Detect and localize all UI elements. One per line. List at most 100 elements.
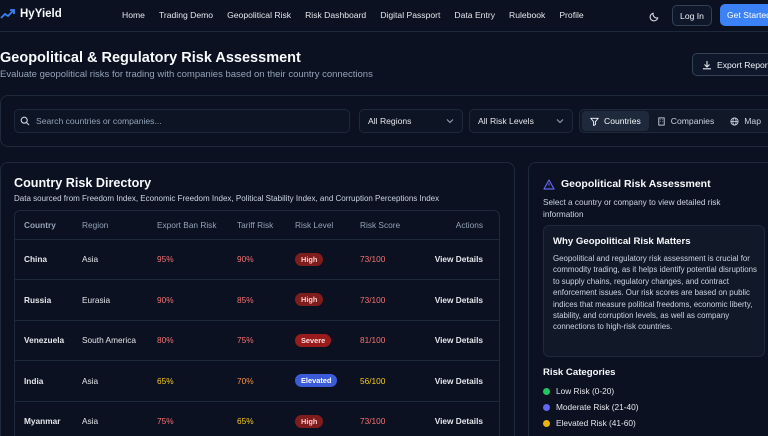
nav-link-rulebook[interactable]: Rulebook bbox=[509, 10, 545, 20]
page-subtitle: Evaluate geopolitical risks for trading … bbox=[0, 69, 373, 80]
tab-map-label: Map bbox=[744, 116, 761, 126]
risk-level-cell: Elevated bbox=[295, 360, 360, 402]
view-details-button[interactable]: View Details bbox=[422, 401, 499, 436]
region-select-value: All Regions bbox=[368, 116, 412, 126]
trend-icon bbox=[0, 9, 15, 19]
why-risk-matters-title: Why Geopolitical Risk Matters bbox=[553, 236, 691, 247]
export-report-label: Export Report bbox=[717, 59, 768, 70]
country-cell: Venezuela bbox=[15, 320, 82, 361]
table-header-row: Country Region Export Ban Risk Tariff Ri… bbox=[15, 211, 499, 240]
nav-link-trading-demo[interactable]: Trading Demo bbox=[159, 10, 213, 20]
tab-map[interactable]: Map bbox=[722, 111, 768, 131]
table-body: China Asia 95% 90% High 73/100 View Details Rus… bbox=[15, 239, 499, 436]
tariff-risk-cell: 85% bbox=[237, 279, 295, 321]
country-cell: Russia bbox=[15, 279, 82, 321]
column-header-risk-level[interactable]: Risk Level bbox=[295, 211, 360, 240]
export-ban-risk-cell: 80% bbox=[157, 320, 237, 361]
risk-category-low: Low Risk (0-20) bbox=[543, 386, 614, 396]
tariff-risk-cell: 75% bbox=[237, 320, 295, 361]
column-header-region[interactable]: Region bbox=[82, 211, 157, 240]
view-toggle: Countries Companies Map bbox=[579, 109, 768, 133]
search-field[interactable] bbox=[14, 109, 350, 133]
nav-link-risk-dashboard[interactable]: Risk Dashboard bbox=[305, 10, 366, 20]
risk-score-cell: 73/100 bbox=[360, 239, 422, 280]
nav-link-digital-passport[interactable]: Digital Passport bbox=[380, 10, 440, 20]
export-ban-risk-cell: 95% bbox=[157, 239, 237, 280]
side-subtitle: Select a country or company to view deta… bbox=[543, 198, 721, 219]
export-ban-risk-cell: 75% bbox=[157, 401, 237, 436]
country-cell: Myanmar bbox=[15, 401, 82, 436]
side-title: Geopolitical Risk Assessment bbox=[543, 178, 711, 190]
risk-level-badge: High bbox=[295, 252, 324, 266]
download-icon bbox=[703, 60, 711, 69]
risk-level-select-value: All Risk Levels bbox=[478, 116, 534, 126]
status-dot-icon bbox=[543, 387, 550, 395]
nav-link-data-entry[interactable]: Data Entry bbox=[454, 10, 495, 20]
risk-score-cell: 73/100 bbox=[360, 401, 422, 436]
risk-category-label: Elevated Risk (41-60) bbox=[556, 418, 636, 428]
get-started-button[interactable]: Get Started bbox=[720, 4, 768, 26]
region-select[interactable]: All Regions bbox=[359, 109, 463, 133]
nav-link-home[interactable]: Home bbox=[122, 10, 145, 20]
directory-title: Country Risk Directory bbox=[14, 176, 152, 190]
column-header-country[interactable]: Country bbox=[15, 211, 82, 240]
risk-level-badge: High bbox=[295, 414, 324, 428]
chevron-down-icon bbox=[556, 119, 564, 124]
table-row: Venezuela South America 80% 75% Severe 81/100… bbox=[15, 320, 499, 361]
nav-link-geopolitical-risk[interactable]: Geopolitical Risk bbox=[227, 10, 291, 20]
risk-category-elevated: Elevated Risk (41-60) bbox=[543, 418, 636, 428]
tab-countries-label: Countries bbox=[604, 116, 641, 126]
region-cell: Asia bbox=[82, 239, 157, 280]
nav-links: Home Trading Demo Geopolitical Risk Risk… bbox=[122, 10, 584, 20]
tab-countries[interactable]: Countries bbox=[582, 111, 649, 131]
column-header-export-ban-risk[interactable]: Export Ban Risk bbox=[157, 211, 237, 240]
status-dot-icon bbox=[543, 419, 550, 427]
alert-triangle-icon bbox=[543, 178, 555, 190]
risk-level-cell: Severe bbox=[295, 320, 360, 361]
region-cell: Asia bbox=[82, 360, 157, 402]
risk-level-select[interactable]: All Risk Levels bbox=[469, 109, 573, 133]
column-header-tariff-risk[interactable]: Tariff Risk bbox=[237, 211, 295, 240]
column-header-actions: Actions bbox=[422, 211, 499, 240]
theme-toggle-button[interactable] bbox=[644, 6, 664, 26]
risk-category-label: Moderate Risk (21-40) bbox=[556, 402, 639, 412]
search-icon bbox=[20, 116, 30, 126]
view-details-button[interactable]: View Details bbox=[422, 320, 499, 361]
risk-categories-title: Risk Categories bbox=[543, 367, 616, 378]
risk-level-cell: High bbox=[295, 239, 360, 280]
table-row: China Asia 95% 90% High 73/100 View Details bbox=[15, 239, 499, 280]
moon-icon bbox=[649, 12, 658, 21]
search-input[interactable] bbox=[36, 116, 336, 126]
page-title: Geopolitical & Regulatory Risk Assessmen… bbox=[0, 50, 301, 66]
tab-companies[interactable]: Companies bbox=[649, 111, 722, 131]
country-risk-table: Country Region Export Ban Risk Tariff Ri… bbox=[14, 210, 500, 436]
risk-level-badge: Severe bbox=[295, 333, 332, 347]
view-details-button[interactable]: View Details bbox=[422, 279, 499, 321]
region-cell: Asia bbox=[82, 401, 157, 436]
risk-level-cell: High bbox=[295, 279, 360, 321]
directory-subtitle: Data sourced from Freedom Index, Economi… bbox=[14, 194, 440, 203]
column-header-risk-score[interactable]: Risk Score bbox=[360, 211, 422, 240]
risk-score-cell: 56/100 bbox=[360, 360, 422, 402]
risk-score-cell: 81/100 bbox=[360, 320, 422, 361]
risk-level-badge: Elevated bbox=[295, 374, 338, 388]
why-risk-matters-text: Geopolitical and regulatory risk assessm… bbox=[553, 254, 757, 332]
view-details-button[interactable]: View Details bbox=[422, 360, 499, 402]
globe-icon bbox=[730, 116, 739, 126]
table-row: India Asia 65% 70% Elevated 56/100 View Detail… bbox=[15, 360, 499, 402]
view-details-button[interactable]: View Details bbox=[422, 239, 499, 280]
login-button[interactable]: Log In bbox=[672, 5, 712, 26]
brand-logo[interactable]: HyYield bbox=[0, 8, 62, 20]
table-row: Russia Eurasia 90% 85% High 73/100 View Detail… bbox=[15, 279, 499, 321]
table-row: Myanmar Asia 75% 65% High 73/100 View Details bbox=[15, 401, 499, 436]
filter-icon bbox=[590, 117, 599, 126]
tab-companies-label: Companies bbox=[670, 116, 715, 126]
side-title-text: Geopolitical Risk Assessment bbox=[561, 178, 711, 190]
tariff-risk-cell: 65% bbox=[237, 401, 295, 436]
status-dot-icon bbox=[543, 403, 550, 411]
export-ban-risk-cell: 65% bbox=[157, 360, 237, 402]
risk-level-cell: High bbox=[295, 401, 360, 436]
export-report-button[interactable]: Export Report bbox=[692, 53, 768, 76]
tariff-risk-cell: 70% bbox=[237, 360, 295, 402]
nav-link-profile[interactable]: Profile bbox=[559, 10, 583, 20]
